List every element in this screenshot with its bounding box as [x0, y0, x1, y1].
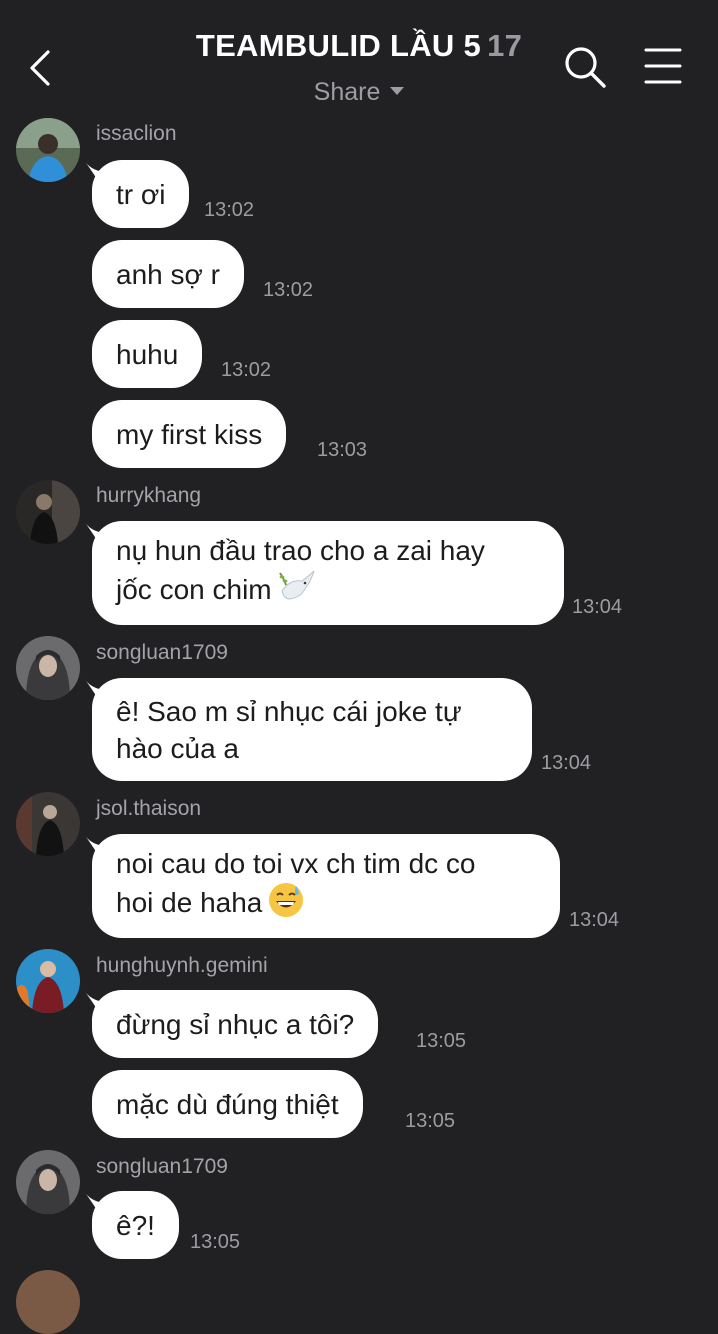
message-bubble[interactable]: mặc dù đúng thiệt [92, 1070, 363, 1138]
message-text-line: hoi de haha [116, 886, 263, 918]
message-time: 13:04 [569, 909, 620, 931]
message-bubble[interactable]: my first kiss [92, 400, 287, 468]
message-bubble[interactable]: ê! Sao m sỉ nhục cái joke tự hào của a [92, 678, 532, 781]
message-bubble[interactable]: tr ơi [92, 160, 190, 228]
message-text: đừng sỉ nhục a tôi? [116, 1008, 355, 1040]
avatar[interactable] [16, 949, 80, 1013]
avatar[interactable] [16, 636, 80, 700]
message-time: 13:05 [416, 1030, 467, 1052]
message-time: 13:05 [190, 1231, 241, 1253]
sender-name[interactable]: songluan1709 [96, 641, 228, 665]
message-time: 13:02 [263, 279, 314, 301]
sender-name[interactable]: hunghuynh.gemini [96, 954, 268, 978]
avatar[interactable] [16, 1150, 80, 1214]
message-time: 13:02 [204, 199, 255, 221]
avatar[interactable] [16, 480, 80, 544]
message-text-line: jốc con chim [116, 573, 272, 605]
sender-name[interactable]: jsol.thaison [96, 797, 201, 821]
avatar[interactable] [16, 1270, 80, 1334]
avatar[interactable] [16, 792, 80, 856]
message-time: 13:03 [317, 439, 368, 461]
message-text: tr ơi [116, 178, 166, 210]
message-time: 13:04 [572, 596, 623, 618]
message-text: mặc dù đúng thiệt [116, 1088, 339, 1120]
message-time: 13:04 [541, 752, 592, 774]
message-time: 13:02 [221, 359, 272, 381]
avatar[interactable] [16, 118, 80, 182]
message-text: my first kiss [116, 418, 263, 450]
message-text: huhu [116, 338, 179, 370]
message-feed[interactable]: issaclion tr ơi 13:02 anh sợ r 13:02 huh… [0, 0, 718, 1334]
message-bubble[interactable]: đừng sỉ nhục a tôi? [92, 990, 379, 1058]
sender-name[interactable]: hurrykhang [96, 484, 201, 508]
message-text: anh sợ r [116, 258, 220, 290]
message-bubble[interactable]: anh sợ r [92, 240, 244, 308]
sender-name[interactable]: songluan1709 [96, 1155, 228, 1179]
dove-emoji-icon [276, 569, 316, 614]
message-text-line: noi cau do toi vx ch tim dc co [116, 848, 476, 879]
message-bubble[interactable]: huhu [92, 320, 203, 388]
message-bubble[interactable]: ê?! [92, 1191, 179, 1259]
message-time: 13:05 [405, 1110, 456, 1132]
grinning-sweat-emoji-icon [268, 882, 304, 927]
sender-name[interactable]: issaclion [96, 122, 177, 146]
message-text-line: nụ hun đầu trao cho a zai hay [116, 535, 485, 566]
message-text: ê?! [116, 1209, 155, 1241]
message-text-line: ê! Sao m sỉ nhục cái joke tự [116, 695, 462, 727]
message-bubble[interactable]: nụ hun đầu trao cho a zai hay jốc con ch… [92, 521, 564, 625]
message-text-line: hào của a [116, 732, 239, 764]
message-bubble[interactable]: noi cau do toi vx ch tim dc co hoi de ha… [92, 834, 560, 938]
